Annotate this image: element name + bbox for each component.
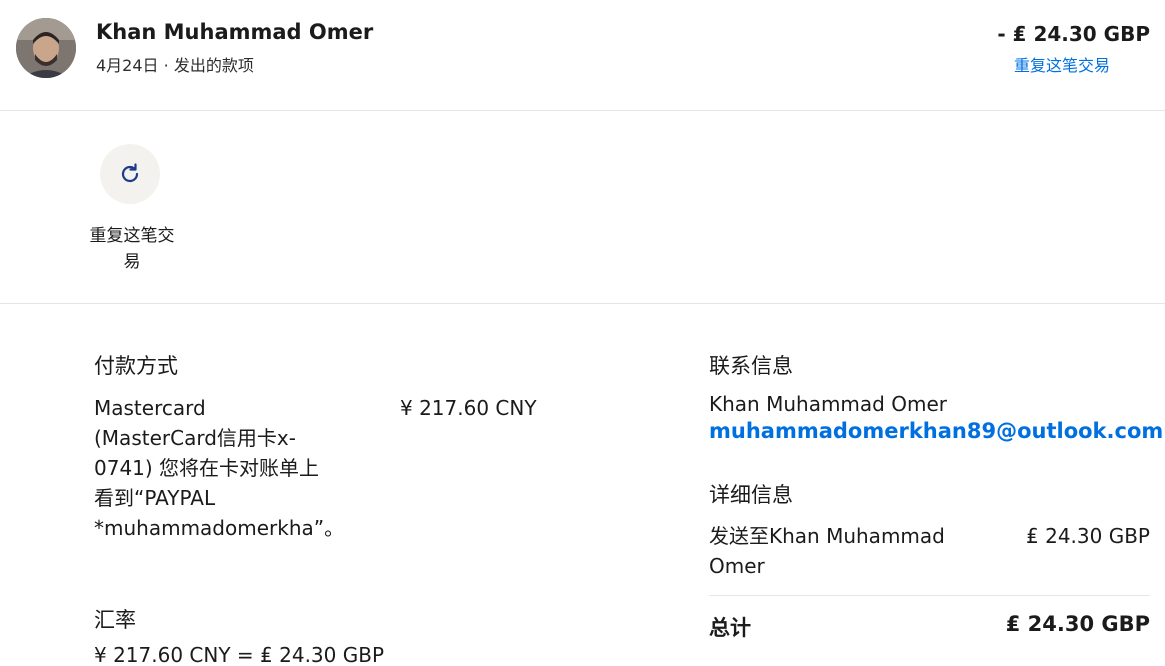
payment-method-description: Mastercard (MasterCard信用卡x-0741) 您将在卡对账单… (94, 396, 345, 540)
sent-to-description: 发送至Khan Muhammad Omer (709, 524, 945, 578)
transaction-subline: 4月24日 · 发出的款项 (96, 52, 254, 76)
actions-bar: 重复这笔交易 (0, 111, 1165, 304)
contact-name: Khan Muhammad Omer (709, 392, 947, 416)
details-divider (709, 595, 1150, 596)
sent-amount: ₤ 24.30 GBP (1026, 524, 1150, 548)
repeat-transaction-link[interactable]: 重复这笔交易 (1014, 52, 1110, 76)
avatar (16, 18, 76, 78)
exchange-rate-value: ¥ 217.60 CNY = ₤ 24.30 GBP (94, 643, 385, 666)
transaction-date: 4月24日 (96, 56, 159, 75)
total-amount: ₤ 24.30 GBP (1005, 612, 1150, 636)
refresh-icon (121, 163, 139, 183)
details-title: 详细信息 (709, 483, 793, 507)
payment-amount: ¥ 217.60 CNY (400, 396, 537, 420)
repeat-transaction-label: 重复这笔交易 (89, 226, 175, 272)
counterparty-name: Khan Muhammad Omer (96, 20, 374, 44)
contact-info-title: 联系信息 (709, 354, 793, 378)
transaction-type: 发出的款项 (173, 56, 254, 75)
transaction-detail-page: Khan Muhammad Omer 4月24日 · 发出的款项 - ₤ 24.… (0, 0, 1165, 666)
transaction-amount: - ₤ 24.30 GBP (997, 22, 1150, 46)
transaction-header: Khan Muhammad Omer 4月24日 · 发出的款项 - ₤ 24.… (0, 0, 1165, 111)
subline-separator: · (163, 56, 169, 75)
total-label: 总计 (709, 616, 751, 640)
exchange-rate-title: 汇率 (94, 608, 136, 632)
contact-email-link[interactable]: muhammadomerkhan89@outlook.com (709, 419, 1163, 443)
repeat-transaction-button[interactable] (100, 144, 160, 204)
payment-method-title: 付款方式 (94, 354, 178, 378)
